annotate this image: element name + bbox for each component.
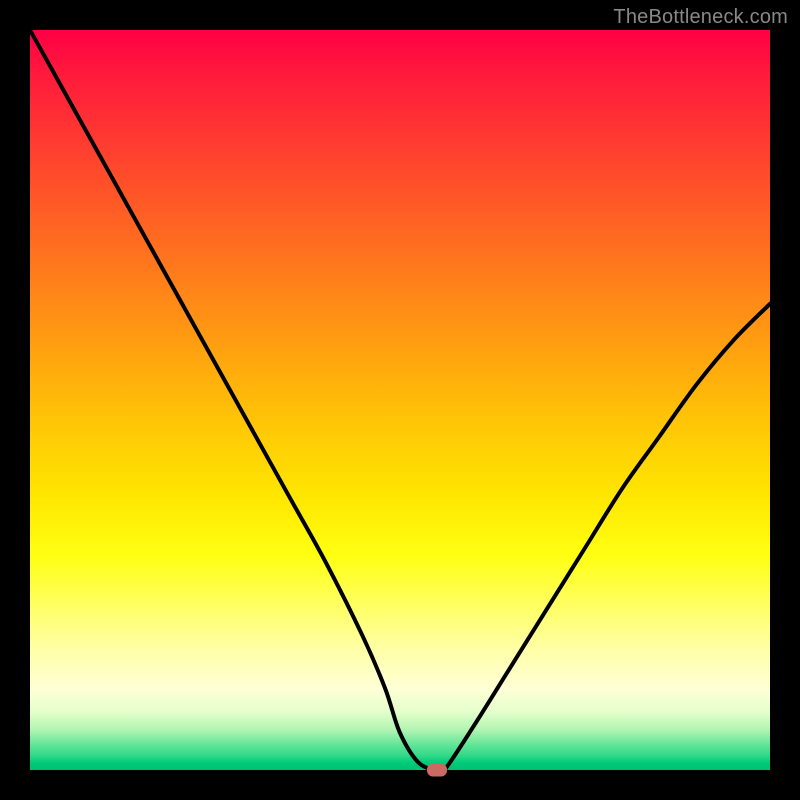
- watermark-text: TheBottleneck.com: [613, 6, 788, 29]
- chart-frame: TheBottleneck.com: [0, 0, 800, 800]
- chart-plot-area: [30, 30, 770, 770]
- optimal-point-marker: [427, 764, 447, 777]
- bottleneck-curve: [30, 30, 770, 770]
- curve-path: [30, 30, 770, 774]
